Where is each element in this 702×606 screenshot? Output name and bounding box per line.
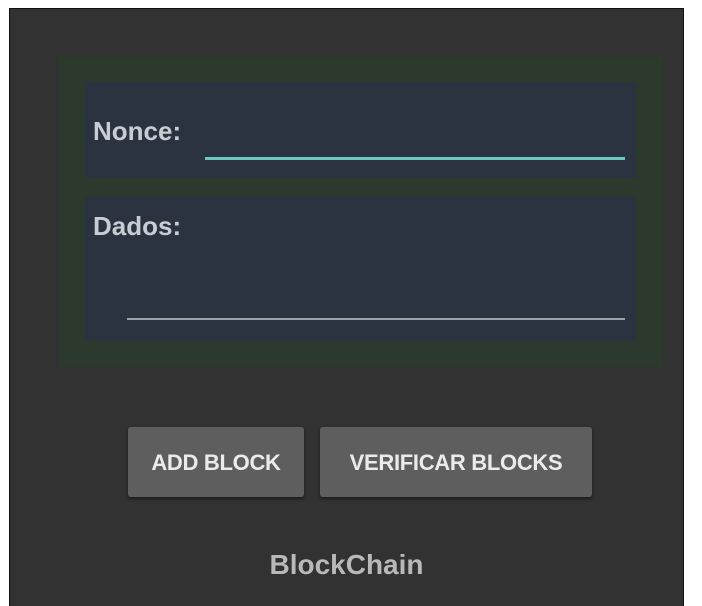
nonce-input[interactable] — [203, 112, 633, 162]
nonce-panel: Nonce: — [85, 82, 636, 178]
dados-panel: Dados: — [85, 197, 636, 341]
nonce-label: Nonce: — [93, 116, 182, 146]
app-screen: Nonce: Dados: ADD BLOCK VERIFICAR BLOCKS… — [9, 8, 684, 606]
verify-blocks-button[interactable]: VERIFICAR BLOCKS — [320, 427, 592, 497]
block-card: Nonce: Dados: — [59, 57, 663, 367]
nonce-input-underline — [205, 157, 625, 160]
dados-input-underline — [127, 318, 625, 320]
add-block-button[interactable]: ADD BLOCK — [128, 427, 304, 497]
app-title: BlockChain — [269, 549, 424, 580]
dados-label: Dados: — [93, 211, 182, 241]
dados-input[interactable] — [127, 257, 629, 321]
